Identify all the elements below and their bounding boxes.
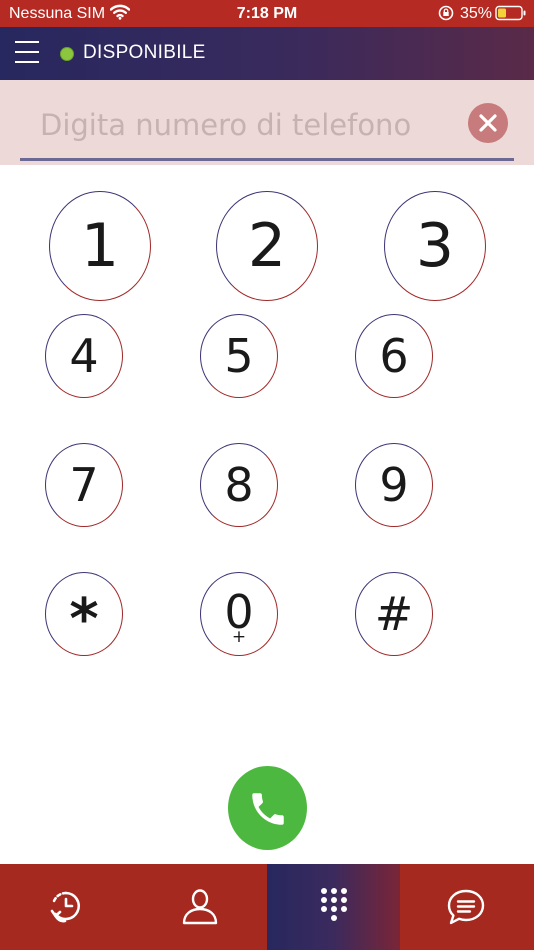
key-label: 6 [379, 329, 409, 383]
key-label: 8 [224, 458, 254, 512]
key-label: 1 [80, 211, 120, 281]
rotation-lock-icon [438, 5, 454, 26]
key-8[interactable]: 8 [200, 443, 278, 527]
battery-icon [495, 5, 527, 26]
status-bar: Nessuna SIM 7:18 PM 35% [0, 0, 534, 27]
key-label: 5 [224, 329, 254, 383]
key-label: 4 [69, 329, 99, 383]
key-label: 7 [69, 458, 99, 512]
key-1[interactable]: 1 [49, 191, 151, 301]
number-input-area [0, 80, 534, 165]
input-underline [20, 158, 514, 161]
key-star[interactable]: * [45, 572, 123, 656]
call-button[interactable] [228, 766, 307, 850]
bottom-tab-bar [0, 864, 534, 950]
key-hash[interactable]: # [355, 572, 433, 656]
key-0[interactable]: 0 + [200, 572, 278, 656]
keypad-icon [321, 888, 347, 921]
hamburger-menu-icon[interactable] [15, 41, 39, 63]
clear-input-button[interactable] [468, 103, 508, 143]
key-sub-label: + [231, 626, 247, 647]
tab-keypad[interactable] [267, 864, 400, 950]
key-label: 3 [415, 211, 455, 281]
key-label: 2 [247, 211, 287, 281]
app-header: DISPONIBILE [0, 27, 534, 80]
contacts-icon [182, 889, 218, 925]
key-2[interactable]: 2 [216, 191, 318, 301]
presence-status-label[interactable]: DISPONIBILE [83, 42, 206, 64]
key-label: # [374, 587, 414, 641]
key-5[interactable]: 5 [200, 314, 278, 398]
close-icon [479, 114, 497, 132]
presence-status-icon [60, 47, 74, 61]
key-9[interactable]: 9 [355, 443, 433, 527]
key-3[interactable]: 3 [384, 191, 486, 301]
key-4[interactable]: 4 [45, 314, 123, 398]
tab-history[interactable] [0, 864, 133, 950]
key-label: * [69, 587, 99, 652]
key-label: 9 [379, 458, 409, 512]
carrier-label: Nessuna SIM [9, 5, 106, 22]
chat-icon [447, 889, 485, 925]
tab-contacts[interactable] [133, 864, 266, 950]
phone-icon [252, 793, 284, 825]
key-6[interactable]: 6 [355, 314, 433, 398]
wifi-icon [109, 4, 131, 25]
key-7[interactable]: 7 [45, 443, 123, 527]
tab-chat[interactable] [400, 864, 533, 950]
history-icon [50, 891, 81, 923]
phone-number-input[interactable] [20, 97, 460, 153]
battery-percent: 35% [460, 5, 493, 22]
